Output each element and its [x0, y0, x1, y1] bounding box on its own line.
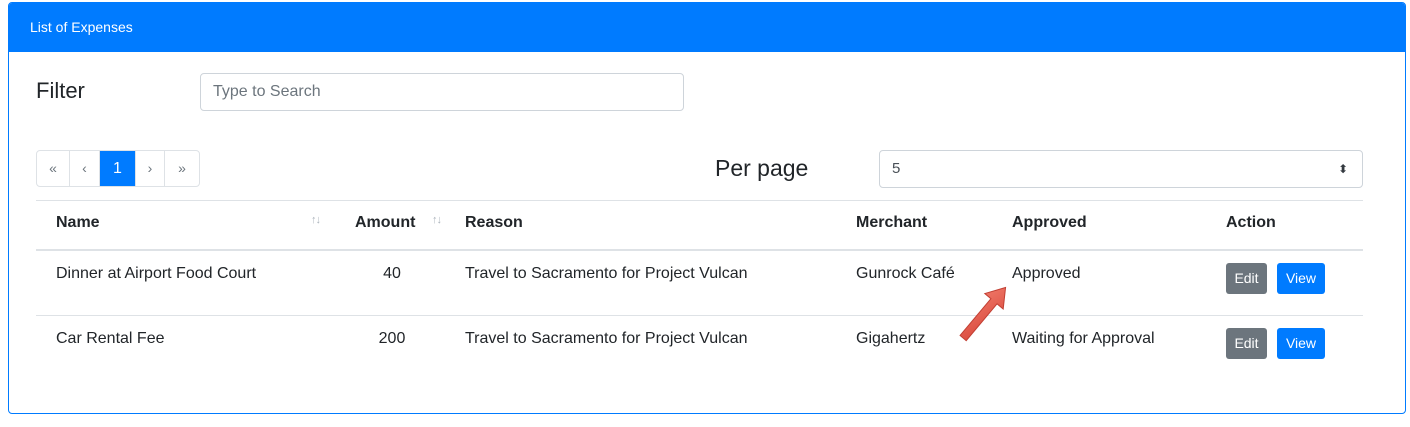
per-page-label: Per page	[715, 155, 809, 181]
per-page-value: 5	[892, 160, 901, 177]
row-1-reason: Travel to Sacramento for Project Vulcan	[465, 265, 748, 282]
next-page-button[interactable]: ›	[136, 151, 165, 186]
row-2-merchant: Gigahertz	[856, 330, 926, 347]
last-page-button[interactable]: »	[165, 151, 199, 186]
header-merchant: Merchant	[856, 214, 928, 231]
row-divider	[36, 315, 1363, 316]
table-header-divider	[36, 249, 1363, 251]
header-action: Action	[1226, 214, 1276, 231]
sort-name-icon[interactable]: ↑↓	[311, 214, 321, 226]
row-2-amount: 200	[378, 330, 406, 347]
row-2-reason: Travel to Sacramento for Project Vulcan	[465, 330, 748, 347]
row-1-edit-button[interactable]: Edit	[1226, 263, 1267, 294]
row-2-approved-status: Waiting for Approval	[1012, 330, 1155, 347]
select-caret-icon: ⬍	[1337, 162, 1348, 176]
first-page-button[interactable]: «	[37, 151, 70, 186]
header-amount[interactable]: Amount	[355, 214, 415, 232]
header-approved: Approved	[1012, 214, 1087, 231]
row-2-edit-button[interactable]: Edit	[1226, 328, 1267, 359]
row-1-approved-status: Approved	[1012, 265, 1081, 282]
pagination: « ‹ 1 › »	[36, 150, 200, 187]
per-page-select[interactable]: 5 ⬍	[879, 150, 1363, 188]
prev-page-button[interactable]: ‹	[70, 151, 100, 186]
row-1-amount: 40	[383, 265, 401, 282]
header-name[interactable]: Name	[56, 214, 100, 232]
row-2-view-button[interactable]: View	[1277, 328, 1325, 359]
filter-label: Filter	[36, 78, 85, 103]
header-reason: Reason	[465, 214, 523, 231]
search-input[interactable]	[200, 73, 684, 111]
sort-amount-icon[interactable]: ↑↓	[432, 214, 442, 226]
row-1-name: Dinner at Airport Food Court	[56, 265, 257, 282]
expenses-card: List of Expenses	[8, 2, 1406, 414]
row-1-view-button[interactable]: View	[1277, 263, 1325, 294]
card-header-title: List of Expenses	[9, 3, 1405, 52]
row-1-merchant: Gunrock Café	[856, 265, 955, 282]
table-top-divider	[36, 200, 1363, 201]
annotation-arrow-icon	[959, 286, 1007, 342]
row-2-name: Car Rental Fee	[56, 330, 165, 347]
page-1-button[interactable]: 1	[100, 151, 136, 186]
